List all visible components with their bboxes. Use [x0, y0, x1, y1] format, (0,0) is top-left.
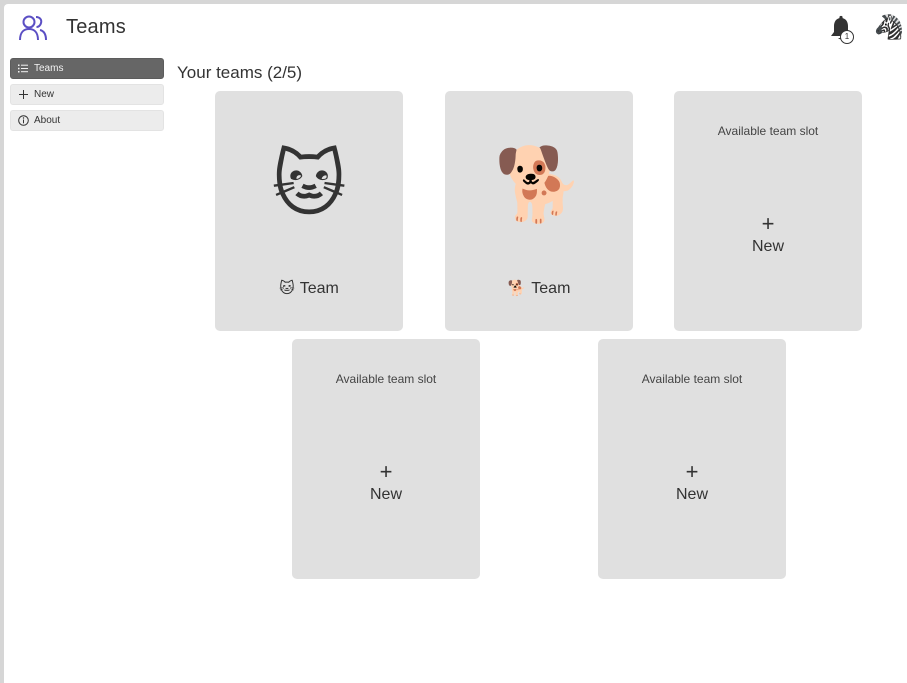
team-name-label: Team: [299, 280, 339, 297]
sidebar-item-new[interactable]: New: [10, 84, 164, 105]
team-name: 🐱 Team: [215, 279, 403, 298]
slot-label: Available team slot: [335, 372, 437, 386]
sidebar: Teams New About: [10, 58, 164, 136]
people-icon: [19, 15, 47, 41]
team-card-dog[interactable]: 🐕 🐕 Team: [445, 91, 633, 331]
slot-label: Available team slot: [641, 372, 743, 386]
new-team-label: New: [751, 238, 784, 255]
sidebar-item-label: Teams: [34, 63, 64, 74]
sidebar-item-about[interactable]: About: [10, 110, 164, 131]
plus-icon: +: [379, 459, 393, 484]
dog-icon: 🐕: [494, 145, 584, 225]
app-title: Teams: [66, 16, 126, 38]
app-window: Teams 1 🦓 Teams New About Your teams (2/…: [4, 4, 907, 683]
team-card-cat[interactable]: 🐱 🐱 Team: [215, 91, 403, 331]
list-icon: [17, 63, 29, 75]
available-slot-card[interactable]: Available team slot + New: [292, 339, 480, 579]
plus-icon: +: [685, 459, 699, 484]
sidebar-item-label: About: [34, 115, 61, 126]
dog-icon: 🐕: [507, 280, 527, 297]
page-title: Your teams (2/5): [177, 63, 303, 82]
new-team-label: New: [675, 486, 708, 503]
plus-icon: +: [761, 211, 775, 236]
app-header: Teams 1 🦓: [4, 4, 907, 52]
sidebar-item-teams[interactable]: Teams: [10, 58, 164, 79]
cat-icon: 🐱: [279, 280, 295, 297]
team-name-label: Team: [531, 280, 571, 297]
info-icon: [17, 115, 29, 127]
available-slot-card[interactable]: Available team slot + New: [598, 339, 786, 579]
available-slot-card[interactable]: Available team slot + New: [674, 91, 862, 331]
avatar[interactable]: 🦓: [874, 14, 904, 42]
notification-badge: 1: [840, 30, 854, 44]
sidebar-item-label: New: [34, 89, 55, 100]
new-team-label: New: [369, 486, 402, 503]
slot-label: Available team slot: [717, 124, 819, 138]
cat-icon: 🐱: [271, 145, 347, 225]
team-name: 🐕 Team: [445, 279, 633, 298]
plus-icon: [17, 89, 29, 101]
